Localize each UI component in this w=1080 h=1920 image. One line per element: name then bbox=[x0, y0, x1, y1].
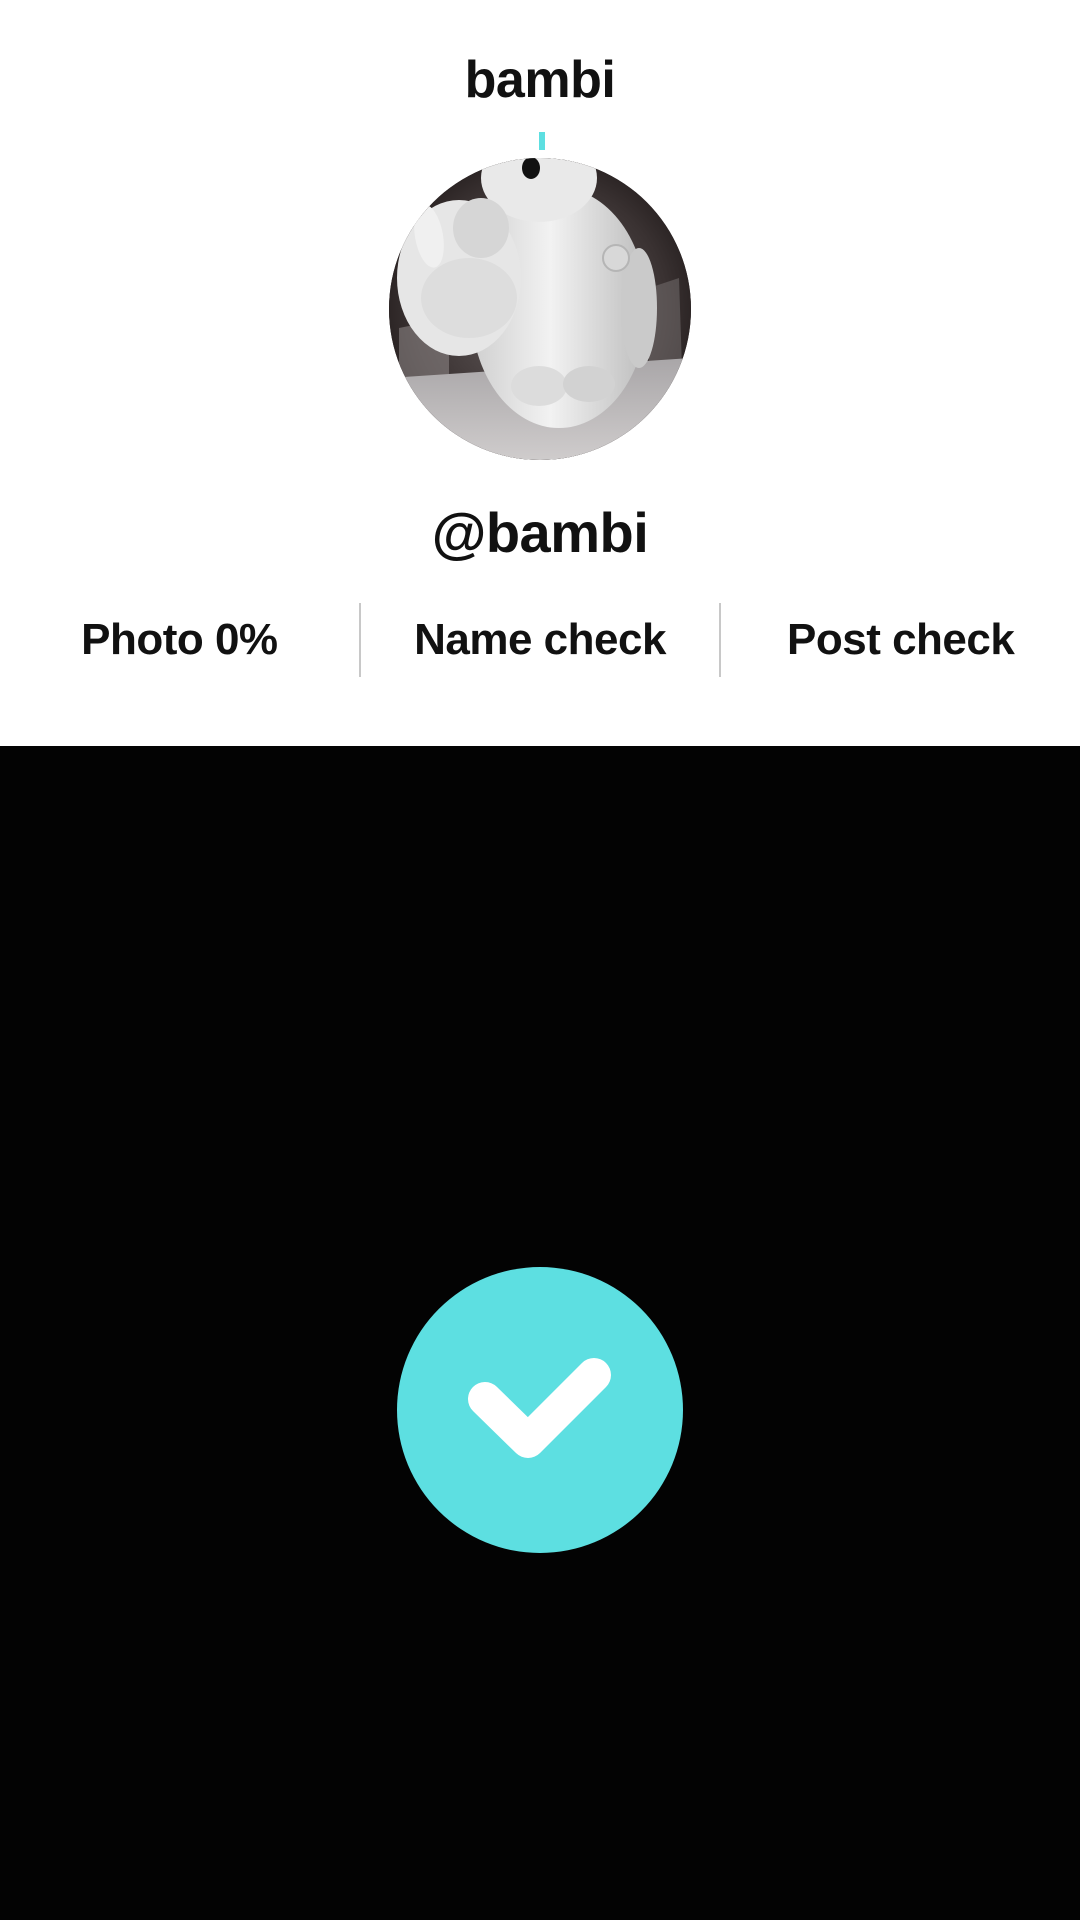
page-title: bambi bbox=[464, 51, 616, 109]
checkmark-icon bbox=[468, 1358, 611, 1458]
avatar[interactable] bbox=[389, 158, 691, 460]
username-handle: @bambi bbox=[431, 501, 649, 564]
profile-header-panel: bambi @bambi Photo 0% Name check Post ch… bbox=[0, 0, 1080, 746]
stat-photo[interactable]: Photo 0% bbox=[0, 615, 359, 665]
stat-name-check[interactable]: Name check bbox=[361, 615, 720, 665]
stat-post-check[interactable]: Post check bbox=[721, 615, 1080, 665]
stats-row: Photo 0% Name check Post check bbox=[0, 600, 1080, 680]
confirm-check-button[interactable] bbox=[397, 1267, 683, 1553]
accent-indicator bbox=[539, 132, 545, 150]
avatar-photo-icon bbox=[389, 158, 691, 460]
